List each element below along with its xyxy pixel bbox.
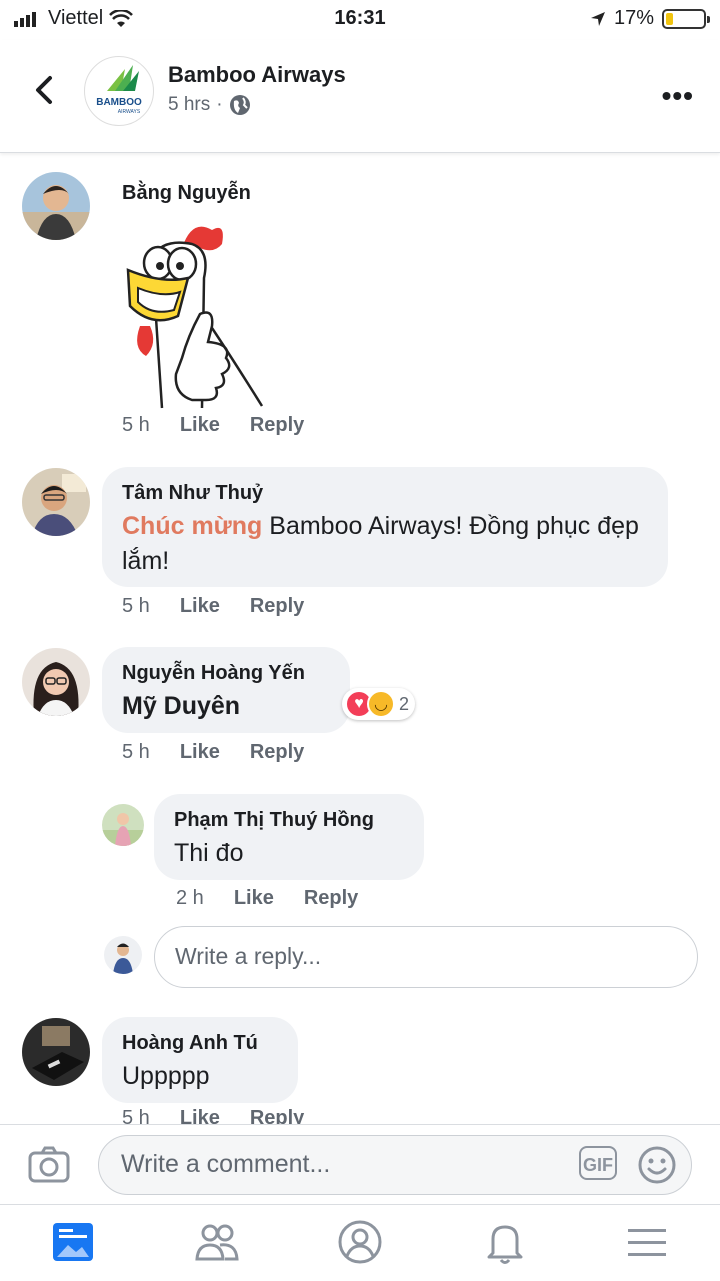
battery-icon	[662, 8, 710, 29]
haha-reaction-icon: ◡	[367, 690, 395, 718]
comment-text: Mỹ Duyên	[122, 692, 241, 720]
comment-text: Thi đo	[174, 839, 244, 867]
profile-icon[interactable]	[335, 1217, 385, 1267]
like-button[interactable]: Like	[180, 741, 220, 764]
battery-percent: 17%	[613, 7, 654, 29]
bottom-tab-bar	[0, 1204, 720, 1281]
camera-icon[interactable]	[28, 1145, 70, 1183]
commenter-name[interactable]: Hoàng Anh Tú	[122, 1032, 258, 1055]
reply-button[interactable]: Reply	[304, 887, 358, 910]
comment-placeholder: Write a comment...	[121, 1150, 331, 1178]
highlighted-text: Chúc mừng	[122, 512, 263, 540]
post-header: BAMBOO AIRWAYS Bamboo Airways 5 hrs · ••…	[0, 40, 720, 153]
more-options-icon[interactable]: •••	[662, 80, 694, 112]
friends-icon[interactable]	[192, 1217, 242, 1267]
my-avatar	[104, 936, 142, 974]
like-button[interactable]: Like	[180, 595, 220, 618]
commenter-name[interactable]: Nguyễn Hoàng Yến	[122, 662, 305, 685]
comment-bubble[interactable]: Phạm Thị Thuý Hồng Thi đo	[154, 794, 424, 880]
avatar[interactable]	[22, 1018, 90, 1086]
separator-dot: ·	[216, 94, 223, 115]
reply-input[interactable]: Write a reply...	[154, 926, 698, 988]
comment-composer: Write a comment... GIF	[0, 1124, 720, 1205]
status-bar: Viettel 16:31 17%	[0, 0, 720, 38]
post-meta: 5 hrs ·	[168, 94, 251, 116]
reply-button[interactable]: Reply	[250, 595, 304, 618]
avatar[interactable]	[22, 172, 90, 240]
comment-text: Chúc mừng Bamboo Airways! Đồng phục đẹp …	[122, 509, 662, 579]
like-button[interactable]: Like	[234, 887, 274, 910]
comment-bubble[interactable]: Tâm Như Thuỷ Chúc mừng Bamboo Airways! Đ…	[102, 467, 668, 587]
avatar[interactable]	[22, 648, 90, 716]
menu-icon[interactable]	[622, 1217, 672, 1267]
avatar[interactable]	[102, 804, 144, 846]
comment-time: 2 h	[176, 887, 204, 909]
commenter-name[interactable]: Bằng Nguyễn	[122, 182, 251, 205]
back-arrow-icon[interactable]	[28, 70, 68, 110]
globe-icon	[229, 95, 250, 115]
status-right: 17%	[590, 7, 710, 30]
page-avatar[interactable]: BAMBOO AIRWAYS	[84, 56, 154, 126]
comment-actions: 5 h Like Reply	[122, 741, 304, 764]
avatar[interactable]	[22, 468, 90, 536]
post-time: 5 hrs	[168, 94, 211, 115]
comment-actions: 2 h Like Reply	[176, 887, 358, 910]
reaction-count: 2	[399, 693, 410, 714]
comment-time: 5 h	[122, 414, 150, 436]
reactions-summary[interactable]: ♥ ◡ 2	[342, 688, 416, 720]
bamboo-logo-icon: BAMBOO AIRWAYS	[96, 65, 142, 115]
sticker-image[interactable]	[122, 218, 272, 410]
svg-text:BAMBOO: BAMBOO	[96, 97, 142, 108]
comment-input[interactable]: Write a comment... GIF	[98, 1135, 692, 1195]
commenter-name[interactable]: Phạm Thị Thuý Hồng	[174, 809, 374, 832]
comment-time: 5 h	[122, 741, 150, 763]
reply-button[interactable]: Reply	[250, 414, 304, 437]
comment-text: Uppppp	[122, 1062, 210, 1090]
like-button[interactable]: Like	[180, 414, 220, 437]
reply-button[interactable]: Reply	[250, 741, 304, 764]
notifications-icon[interactable]	[480, 1217, 530, 1267]
emoji-icon[interactable]	[637, 1145, 677, 1185]
location-arrow-icon	[590, 11, 605, 26]
news-feed-icon[interactable]	[48, 1217, 98, 1267]
commenter-name[interactable]: Tâm Như Thuỷ	[122, 482, 263, 505]
gif-button[interactable]: GIF	[579, 1146, 617, 1180]
comment-bubble[interactable]: Hoàng Anh Tú Uppppp	[102, 1017, 298, 1103]
comment-actions: 5 h Like Reply	[122, 595, 304, 618]
page-title[interactable]: Bamboo Airways	[168, 62, 346, 88]
comment-time: 5 h	[122, 595, 150, 617]
svg-text:AIRWAYS: AIRWAYS	[118, 109, 141, 115]
comment-actions: 5 h Like Reply	[122, 414, 304, 437]
comment-bubble[interactable]: Nguyễn Hoàng Yến Mỹ Duyên	[102, 647, 350, 733]
